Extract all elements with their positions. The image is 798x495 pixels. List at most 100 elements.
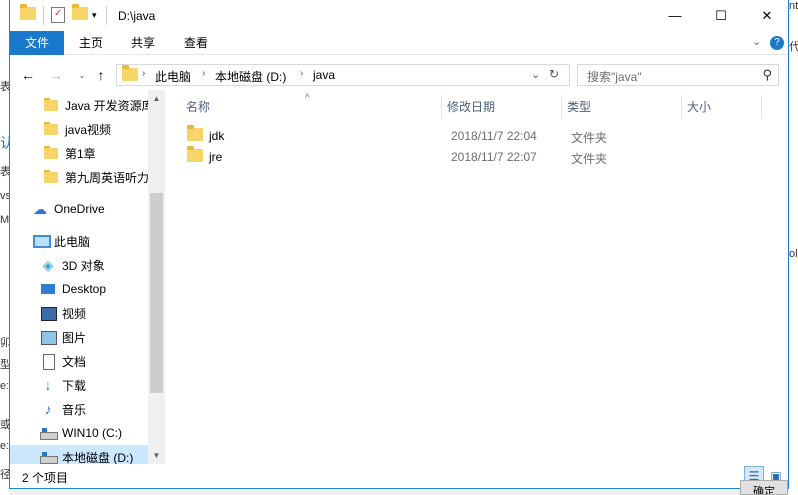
computer-icon (32, 233, 51, 249)
refresh-icon[interactable]: ↻ (549, 67, 559, 81)
nav-item-label: Java 开发资源库 (65, 98, 148, 113)
properties-icon[interactable]: ✓ (51, 7, 65, 23)
divider (106, 6, 107, 25)
nav-item-drive-c[interactable]: WIN10 (C:) (10, 421, 148, 445)
customize-toolbar-icon[interactable]: ▾ (92, 10, 97, 27)
scroll-down-icon[interactable]: ▼ (148, 447, 165, 464)
bg-text: 卯 (0, 337, 9, 349)
breadcrumb-java[interactable]: java (313, 68, 335, 82)
music-icon: ♪ (44, 401, 52, 417)
maximize-button[interactable]: ☐ (698, 0, 744, 31)
breadcrumb-drive-d[interactable]: 本地磁盘 (D:) (215, 68, 286, 85)
nav-item-english-listening[interactable]: 第九周英语听力 (10, 165, 148, 189)
new-folder-icon[interactable] (72, 4, 88, 24)
search-icon[interactable]: ⚲ (762, 67, 772, 83)
nav-item-label: 第九周英语听力 (65, 170, 148, 185)
chevron-right-icon[interactable]: › (202, 68, 205, 79)
desktop-icon (40, 281, 56, 297)
document-icon (40, 353, 56, 370)
file-list: 名称 ^ 修改日期 类型 大小 jdk 2018/11/7 22:04 文件夹 … (165, 90, 788, 464)
file-name: jdk (209, 129, 225, 143)
folder-icon (43, 97, 59, 113)
bg-text: 代 (789, 41, 798, 53)
column-header-type[interactable]: 类型 (567, 95, 591, 119)
help-icon[interactable]: ? (770, 36, 784, 50)
nav-item-3d-objects[interactable]: ◈ 3D 对象 (10, 253, 148, 277)
column-divider[interactable] (441, 95, 442, 119)
file-row-jre[interactable]: jre 2018/11/7 22:07 文件夹 (185, 146, 765, 168)
scroll-up-icon[interactable]: ▲ (148, 90, 165, 107)
nav-item-java-dev-library[interactable]: Java 开发资源库 (10, 93, 148, 117)
divider (43, 6, 44, 25)
column-divider[interactable] (761, 95, 762, 119)
address-bar[interactable]: › 此电脑 › 本地磁盘 (D:) › java ⌄ ↻ (116, 64, 570, 86)
nav-item-java-video[interactable]: java视频 (10, 117, 148, 141)
column-divider[interactable] (681, 95, 682, 119)
chevron-right-icon[interactable]: › (142, 68, 145, 79)
nav-item-pictures[interactable]: 图片 (10, 325, 148, 349)
forward-arrow-icon[interactable]: → (46, 65, 66, 85)
nav-item-label: OneDrive (54, 202, 105, 216)
search-box[interactable]: 搜索"java" ⚲ (577, 64, 779, 86)
tab-file[interactable]: 文件 (10, 31, 64, 55)
file-name: jre (209, 150, 223, 164)
nav-item-label: 文档 (62, 354, 87, 369)
nav-item-label: 音乐 (62, 402, 87, 417)
column-header-size[interactable]: 大小 (687, 95, 711, 119)
chevron-right-icon[interactable]: › (300, 68, 303, 79)
item-count: 2 个项目 (22, 471, 69, 485)
close-button[interactable]: ✕ (744, 0, 788, 31)
nav-item-videos[interactable]: 视频 (10, 301, 148, 325)
bg-text: 表 (0, 81, 9, 93)
minimize-button[interactable]: — (652, 0, 698, 31)
video-icon (40, 305, 57, 321)
bg-text: 表 (0, 166, 9, 178)
navigation-pane: Java 开发资源库 java视频 第1章 第九周英语听力 ☁ OneDrive… (10, 90, 165, 464)
address-dropdown-icon[interactable]: ⌄ (531, 68, 540, 81)
nav-item-drive-d[interactable]: 本地磁盘 (D:) (10, 445, 148, 464)
column-header-date[interactable]: 修改日期 (447, 95, 495, 119)
nav-item-onedrive[interactable]: ☁ OneDrive (10, 197, 148, 221)
nav-item-label: Desktop (62, 282, 107, 296)
scrollbar-thumb[interactable] (150, 193, 163, 393)
nav-pane-scrollbar[interactable]: ▲ ▼ (148, 90, 165, 464)
chevron-down-icon[interactable]: ⌄ (752, 35, 761, 48)
nav-item-documents[interactable]: 文档 (10, 349, 148, 373)
file-explorer-window: ✓ ▾ D:\java — ☐ ✕ 文件 主页 共享 查看 ⌄ ? ← → ⌄ … (9, 0, 789, 489)
folder-icon (187, 125, 203, 144)
file-row-jdk[interactable]: jdk 2018/11/7 22:04 文件夹 (185, 125, 765, 147)
nav-item-chapter-1[interactable]: 第1章 (10, 141, 148, 165)
search-input[interactable]: 搜索"java" (587, 68, 642, 85)
cloud-icon: ☁ (33, 201, 47, 217)
file-type: 文件夹 (571, 152, 608, 166)
file-type: 文件夹 (571, 131, 608, 145)
back-arrow-icon[interactable]: ← (18, 65, 38, 85)
bg-text: 认 (0, 135, 9, 151)
folder-icon (122, 65, 138, 84)
drive-icon (40, 449, 58, 464)
cube-icon: ◈ (42, 257, 54, 273)
breadcrumb-this-pc[interactable]: 此电脑 (155, 68, 191, 85)
up-arrow-icon[interactable]: ↑ (91, 65, 111, 85)
nav-item-desktop[interactable]: Desktop (10, 277, 148, 301)
nav-item-music[interactable]: ♪ 音乐 (10, 397, 148, 421)
nav-item-label: 第1章 (65, 146, 96, 161)
recent-locations-icon[interactable]: ⌄ (72, 65, 92, 85)
tab-view[interactable]: 查看 (175, 31, 217, 55)
column-divider[interactable] (561, 95, 562, 119)
background-app-left: 表 认 表 vs M 卯 型: e: 或 e: 径 (0, 0, 9, 495)
background-ok-button: 确定 (740, 480, 788, 495)
nav-item-label: 下载 (62, 378, 87, 393)
nav-item-this-pc[interactable]: 此电脑 (10, 229, 148, 253)
folder-icon (43, 169, 59, 185)
nav-item-label: java视频 (65, 122, 112, 137)
drive-icon (40, 425, 58, 441)
tab-home[interactable]: 主页 (70, 31, 112, 55)
column-header-name[interactable]: 名称 (186, 95, 210, 119)
nav-item-label: WIN10 (C:) (62, 426, 122, 440)
nav-item-downloads[interactable]: ↓ 下载 (10, 373, 148, 397)
sort-ascending-icon: ^ (305, 93, 310, 104)
ribbon-tabs: 文件 主页 共享 查看 ⌄ ? (10, 31, 788, 55)
tab-share[interactable]: 共享 (122, 31, 164, 55)
nav-item-label: 本地磁盘 (D:) (62, 450, 134, 465)
